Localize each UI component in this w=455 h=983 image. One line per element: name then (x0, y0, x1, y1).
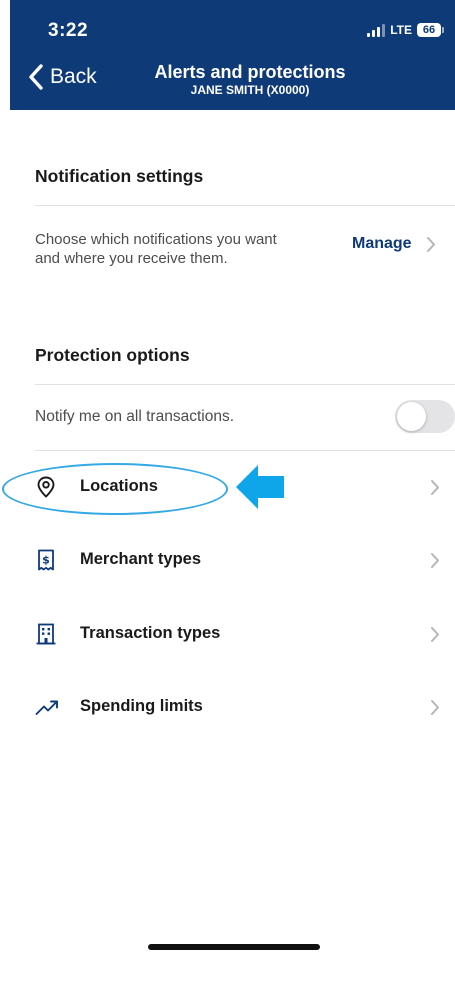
chevron-left-icon (29, 64, 43, 90)
divider (35, 205, 455, 206)
notification-description: Choose which notifications you want and … (35, 231, 277, 267)
account-subtitle: JANE SMITH (X0000) (190, 83, 310, 97)
nav-titles: Alerts and protections JANE SMITH (X0000… (130, 62, 370, 98)
pointer-arrow-icon (236, 465, 284, 509)
option-merchant-types[interactable]: $ Merchant types (0, 535, 455, 587)
back-button[interactable]: Back (28, 64, 97, 90)
chevron-right-icon (426, 236, 435, 252)
manage-notifications-button[interactable]: Manage (352, 235, 436, 253)
chevron-right-icon (431, 480, 439, 495)
option-locations[interactable]: Locations (0, 462, 455, 514)
manage-label: Manage (352, 235, 412, 252)
building-icon (36, 623, 56, 645)
chevron-right-icon (431, 700, 439, 715)
page-title: Alerts and protections (154, 62, 346, 82)
option-label: Spending limits (80, 697, 203, 715)
battery-icon: 66 (417, 23, 444, 37)
option-label: Merchant types (80, 550, 202, 568)
battery-level: 66 (422, 24, 436, 36)
notification-settings-heading: Notification settings (35, 166, 204, 186)
chevron-right-icon (431, 553, 439, 568)
protection-options-heading: Protection options (35, 345, 190, 365)
notify-all-transactions-toggle[interactable] (395, 400, 455, 433)
location-pin-icon (37, 476, 55, 498)
option-label: Locations (80, 477, 158, 495)
option-label: Transaction types (80, 624, 221, 642)
divider (35, 450, 455, 451)
network-type: LTE (390, 23, 412, 37)
nav-bar: Back Alerts and protections JANE SMITH (… (10, 56, 455, 106)
status-time: 3:22 (48, 20, 89, 41)
option-spending-limits[interactable]: Spending limits (0, 682, 455, 734)
svg-text:$: $ (42, 554, 50, 567)
receipt-dollar-icon: $ (38, 549, 54, 571)
divider (35, 384, 455, 385)
toggle-knob (397, 402, 426, 431)
signal-icon (367, 23, 386, 37)
home-indicator[interactable] (148, 944, 320, 950)
status-bar: 3:22 LTE 66 (10, 0, 455, 50)
status-indicators: LTE 66 (367, 22, 444, 38)
notify-all-transactions-label: Notify me on all transactions. (35, 408, 235, 425)
chevron-right-icon (431, 627, 439, 642)
app-header: 3:22 LTE 66 Back Alerts and protections … (10, 0, 455, 110)
back-label: Back (50, 65, 97, 88)
option-transaction-types[interactable]: Transaction types (0, 609, 455, 661)
trend-up-icon (35, 700, 58, 715)
